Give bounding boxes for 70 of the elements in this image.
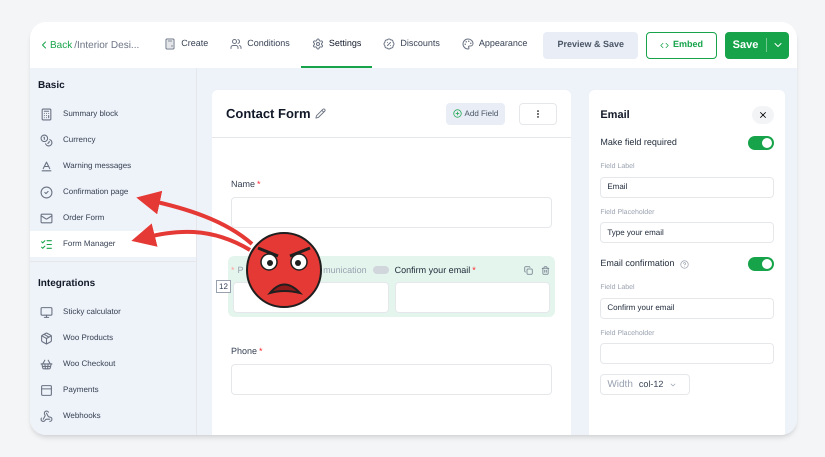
- select-value: col-12: [638, 378, 664, 391]
- select-label: Width: [607, 378, 633, 392]
- list-icon: [40, 238, 53, 250]
- people-icon: [230, 38, 242, 50]
- nav-tab[interactable]: Discounts: [372, 22, 451, 68]
- section-title: Integrations: [37, 277, 96, 291]
- input-field[interactable]: [231, 364, 552, 394]
- trash-icon[interactable]: [541, 266, 550, 275]
- input-field[interactable]: Confirm your email: [600, 298, 774, 318]
- required-mark: *: [259, 345, 263, 358]
- sidebar-item[interactable]: Order Form: [30, 205, 196, 231]
- field-label: Name: [231, 178, 256, 191]
- sidebar-item[interactable]: Woo Checkout: [30, 351, 196, 377]
- input-field[interactable]: Type your email: [600, 222, 774, 243]
- panel-title: Email: [600, 108, 630, 123]
- toggle-switch[interactable]: [748, 136, 774, 150]
- width-badge: 12: [216, 280, 231, 292]
- required-mark: *: [257, 178, 261, 191]
- settings-icon: [312, 38, 324, 50]
- calculator-icon: [40, 108, 53, 120]
- setting-label: Email confirmation: [600, 257, 674, 270]
- code-icon: [660, 40, 669, 50]
- nav-tab[interactable]: Create: [153, 22, 220, 68]
- nav-tab[interactable]: Conditions: [219, 22, 301, 68]
- basket-icon: [40, 358, 53, 370]
- sidebar-item[interactable]: Confirmation page: [30, 179, 196, 205]
- field-label: munication: [323, 264, 367, 276]
- form-title: Contact Form: [226, 104, 310, 123]
- input-field[interactable]: [600, 343, 774, 364]
- toggle-switch[interactable]: [748, 257, 774, 271]
- input-field[interactable]: [231, 196, 552, 228]
- copy-icon[interactable]: [524, 266, 534, 275]
- close-button[interactable]: [752, 106, 774, 124]
- required-mark: *: [472, 264, 476, 276]
- field-label: P: [238, 264, 244, 276]
- box-icon: [40, 332, 53, 344]
- envelope-icon: [40, 212, 53, 224]
- close-icon: [758, 110, 768, 120]
- preview-button[interactable]: Preview & Save: [543, 32, 638, 58]
- sidebar-item[interactable]: Woo Products: [30, 325, 196, 351]
- required-mark: *: [231, 264, 235, 276]
- input-field[interactable]: Email: [600, 176, 774, 198]
- panel-icon: [40, 384, 53, 396]
- sidebar-item[interactable]: Currency: [30, 127, 196, 153]
- field-label: Confirm your email: [394, 264, 470, 277]
- toggle-switch[interactable]: [372, 266, 389, 274]
- coins-icon: [40, 134, 53, 146]
- sidebar-item[interactable]: Sticky calculator: [30, 299, 196, 325]
- width-select[interactable]: Width col-12: [600, 374, 690, 395]
- webhook-icon: [40, 410, 53, 422]
- sidebar-item[interactable]: Form Manager: [30, 231, 196, 257]
- setting-label: Make field required: [600, 136, 677, 150]
- letter-icon: [40, 160, 53, 172]
- breadcrumb: /Interior Desi...: [74, 38, 140, 52]
- percent-icon: [383, 38, 396, 50]
- pencil-icon: [314, 108, 326, 119]
- calculator-icon: [164, 38, 176, 50]
- sidebar-item[interactable]: Summary block: [30, 101, 196, 127]
- monitor-icon: [40, 306, 53, 318]
- input-field[interactable]: [394, 282, 550, 313]
- field-label: Phone: [231, 345, 258, 358]
- nav-tab[interactable]: Appearance: [450, 22, 538, 68]
- sidebar-item[interactable]: Payments: [30, 377, 196, 403]
- check-circle-icon: [40, 186, 53, 198]
- plus-icon: [452, 109, 462, 118]
- palette-icon: [462, 38, 474, 50]
- sidebar-item[interactable]: Warning messages: [30, 153, 196, 179]
- add-field-button[interactable]: Add Field: [446, 102, 506, 124]
- sidebar-item[interactable]: Webhooks: [30, 403, 196, 429]
- section-title: Basic: [37, 79, 66, 93]
